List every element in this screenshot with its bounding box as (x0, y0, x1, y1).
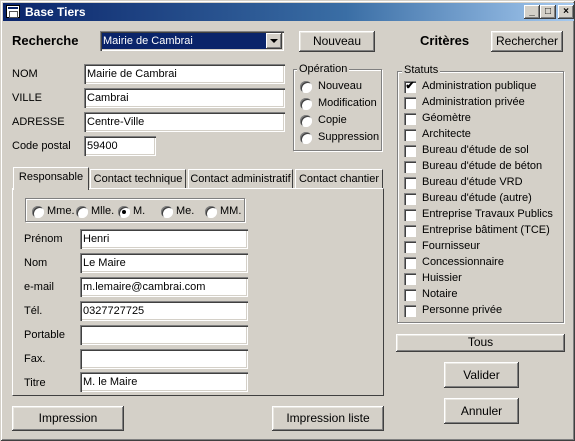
adresse-field[interactable]: Centre-Ville (84, 112, 285, 132)
nom-contact-field[interactable]: Le Maire (80, 253, 248, 273)
statut-label: Huissier (422, 272, 462, 284)
statut-checkbox[interactable] (404, 161, 416, 173)
chevron-down-icon[interactable] (266, 33, 282, 49)
statut-checkbox[interactable] (404, 113, 416, 125)
statut-label: Entreprise Travaux Publics (422, 208, 553, 220)
civilite-option-label: M. (133, 205, 146, 217)
civilite-option-label: Me. (176, 205, 195, 217)
tab-contact-chantier[interactable]: Contact chantier (295, 169, 383, 189)
code-postal-label: Code postal (12, 140, 71, 152)
statut-checkbox[interactable] (404, 193, 416, 205)
email-field[interactable]: m.lemaire@cambrai.com (80, 277, 248, 297)
statut-label: Bureau d'étude de béton (422, 160, 543, 172)
nom-field[interactable]: Mairie de Cambrai (84, 64, 285, 84)
statut-checkbox[interactable] (404, 209, 416, 221)
statut-label: Géomètre (422, 112, 471, 124)
nouveau-button[interactable]: Nouveau (299, 31, 375, 52)
operation-title: Opération (297, 63, 350, 75)
annuler-button[interactable]: Annuler (444, 398, 519, 424)
statut-label: Administration publique (422, 80, 537, 92)
tab-responsable[interactable]: Responsable (13, 167, 89, 190)
main-window: Base Tiers _ □ × Recherche Mairie de Cam… (0, 0, 575, 441)
statut-label: Notaire (422, 288, 458, 300)
civilite-option-label: Mme. (47, 205, 75, 217)
civilite-radio[interactable] (205, 206, 217, 218)
operation-radio[interactable] (300, 132, 312, 144)
titre-field[interactable]: M. le Maire (80, 372, 248, 392)
email-label: e-mail (24, 281, 54, 293)
prenom-field[interactable]: Henri (80, 229, 248, 249)
statut-label: Architecte (422, 128, 471, 140)
fax-field[interactable] (80, 349, 248, 369)
tab-contact-technique[interactable]: Contact technique (90, 169, 186, 189)
statut-checkbox[interactable] (404, 257, 416, 269)
statut-checkbox[interactable] (404, 273, 416, 285)
statut-checkbox[interactable] (404, 225, 416, 237)
impression-liste-button[interactable]: Impression liste (272, 406, 384, 431)
statut-checkbox[interactable] (404, 145, 416, 157)
civilite-option-label: MM. (220, 205, 242, 217)
operation-radio[interactable] (300, 115, 312, 127)
statut-checkbox[interactable]: ✔ (404, 81, 416, 93)
statut-label: Concessionnaire (422, 256, 504, 268)
operation-option-label: Nouveau (318, 80, 363, 92)
nom-contact-label: Nom (24, 257, 48, 269)
statut-checkbox[interactable] (404, 97, 416, 109)
nom-label: NOM (12, 68, 38, 80)
code-postal-field[interactable]: 59400 (84, 136, 156, 156)
operation-option-label: Copie (318, 114, 347, 126)
statut-label: Bureau d'étude (autre) (422, 192, 532, 204)
operation-radio[interactable] (300, 81, 312, 93)
valider-button[interactable]: Valider (444, 362, 519, 388)
operation-radio[interactable] (300, 98, 312, 110)
statut-label: Entreprise bâtiment (TCE) (422, 224, 550, 236)
civilite-radio[interactable] (118, 206, 130, 218)
prenom-label: Prénom (24, 233, 63, 245)
minimize-button[interactable]: _ (524, 5, 540, 19)
statut-checkbox[interactable] (404, 129, 416, 141)
adresse-label: ADRESSE (12, 116, 65, 128)
criteres-label: Critères (420, 33, 470, 48)
operation-option-label: Suppression (318, 131, 380, 143)
statut-label: Administration privée (422, 96, 525, 108)
statuts-title: Statuts (402, 64, 441, 76)
titre-label: Titre (24, 377, 46, 389)
tel-field[interactable]: 0327727725 (80, 301, 248, 321)
maximize-button[interactable]: □ (540, 5, 556, 19)
close-button[interactable]: × (558, 5, 574, 19)
tab-contact-administratif[interactable]: Contact administratif (188, 169, 293, 189)
recherche-value: Mairie de Cambrai (103, 35, 193, 47)
rechercher-button[interactable]: Rechercher (491, 31, 563, 52)
portable-label: Portable (24, 329, 65, 341)
impression-button[interactable]: Impression (12, 406, 124, 431)
civilite-radio[interactable] (161, 206, 173, 218)
title-bar[interactable]: Base Tiers _ □ × (3, 3, 574, 21)
ville-label: VILLE (12, 92, 42, 104)
statut-checkbox[interactable] (404, 289, 416, 301)
recherche-label: Recherche (12, 33, 79, 48)
civilite-radio[interactable] (32, 206, 44, 218)
statut-label: Personne privée (422, 304, 503, 316)
civilite-radio[interactable] (76, 206, 88, 218)
portable-field[interactable] (80, 325, 248, 345)
operation-option-label: Modification (318, 97, 377, 109)
window-title: Base Tiers (25, 5, 86, 19)
app-icon (6, 5, 20, 18)
statut-label: Bureau d'étude VRD (422, 176, 523, 188)
ville-field[interactable]: Cambrai (84, 88, 285, 108)
recherche-combobox[interactable]: Mairie de Cambrai (100, 31, 284, 51)
statut-checkbox[interactable] (404, 241, 416, 253)
statut-checkbox[interactable] (404, 177, 416, 189)
tous-button[interactable]: Tous (396, 334, 565, 352)
statut-label: Fournisseur (422, 240, 481, 252)
civilite-option-label: Mlle. (91, 205, 115, 217)
statut-checkbox[interactable] (404, 305, 416, 317)
fax-label: Fax. (24, 353, 46, 365)
statut-label: Bureau d'étude de sol (422, 144, 529, 156)
tel-label: Tél. (24, 305, 43, 317)
